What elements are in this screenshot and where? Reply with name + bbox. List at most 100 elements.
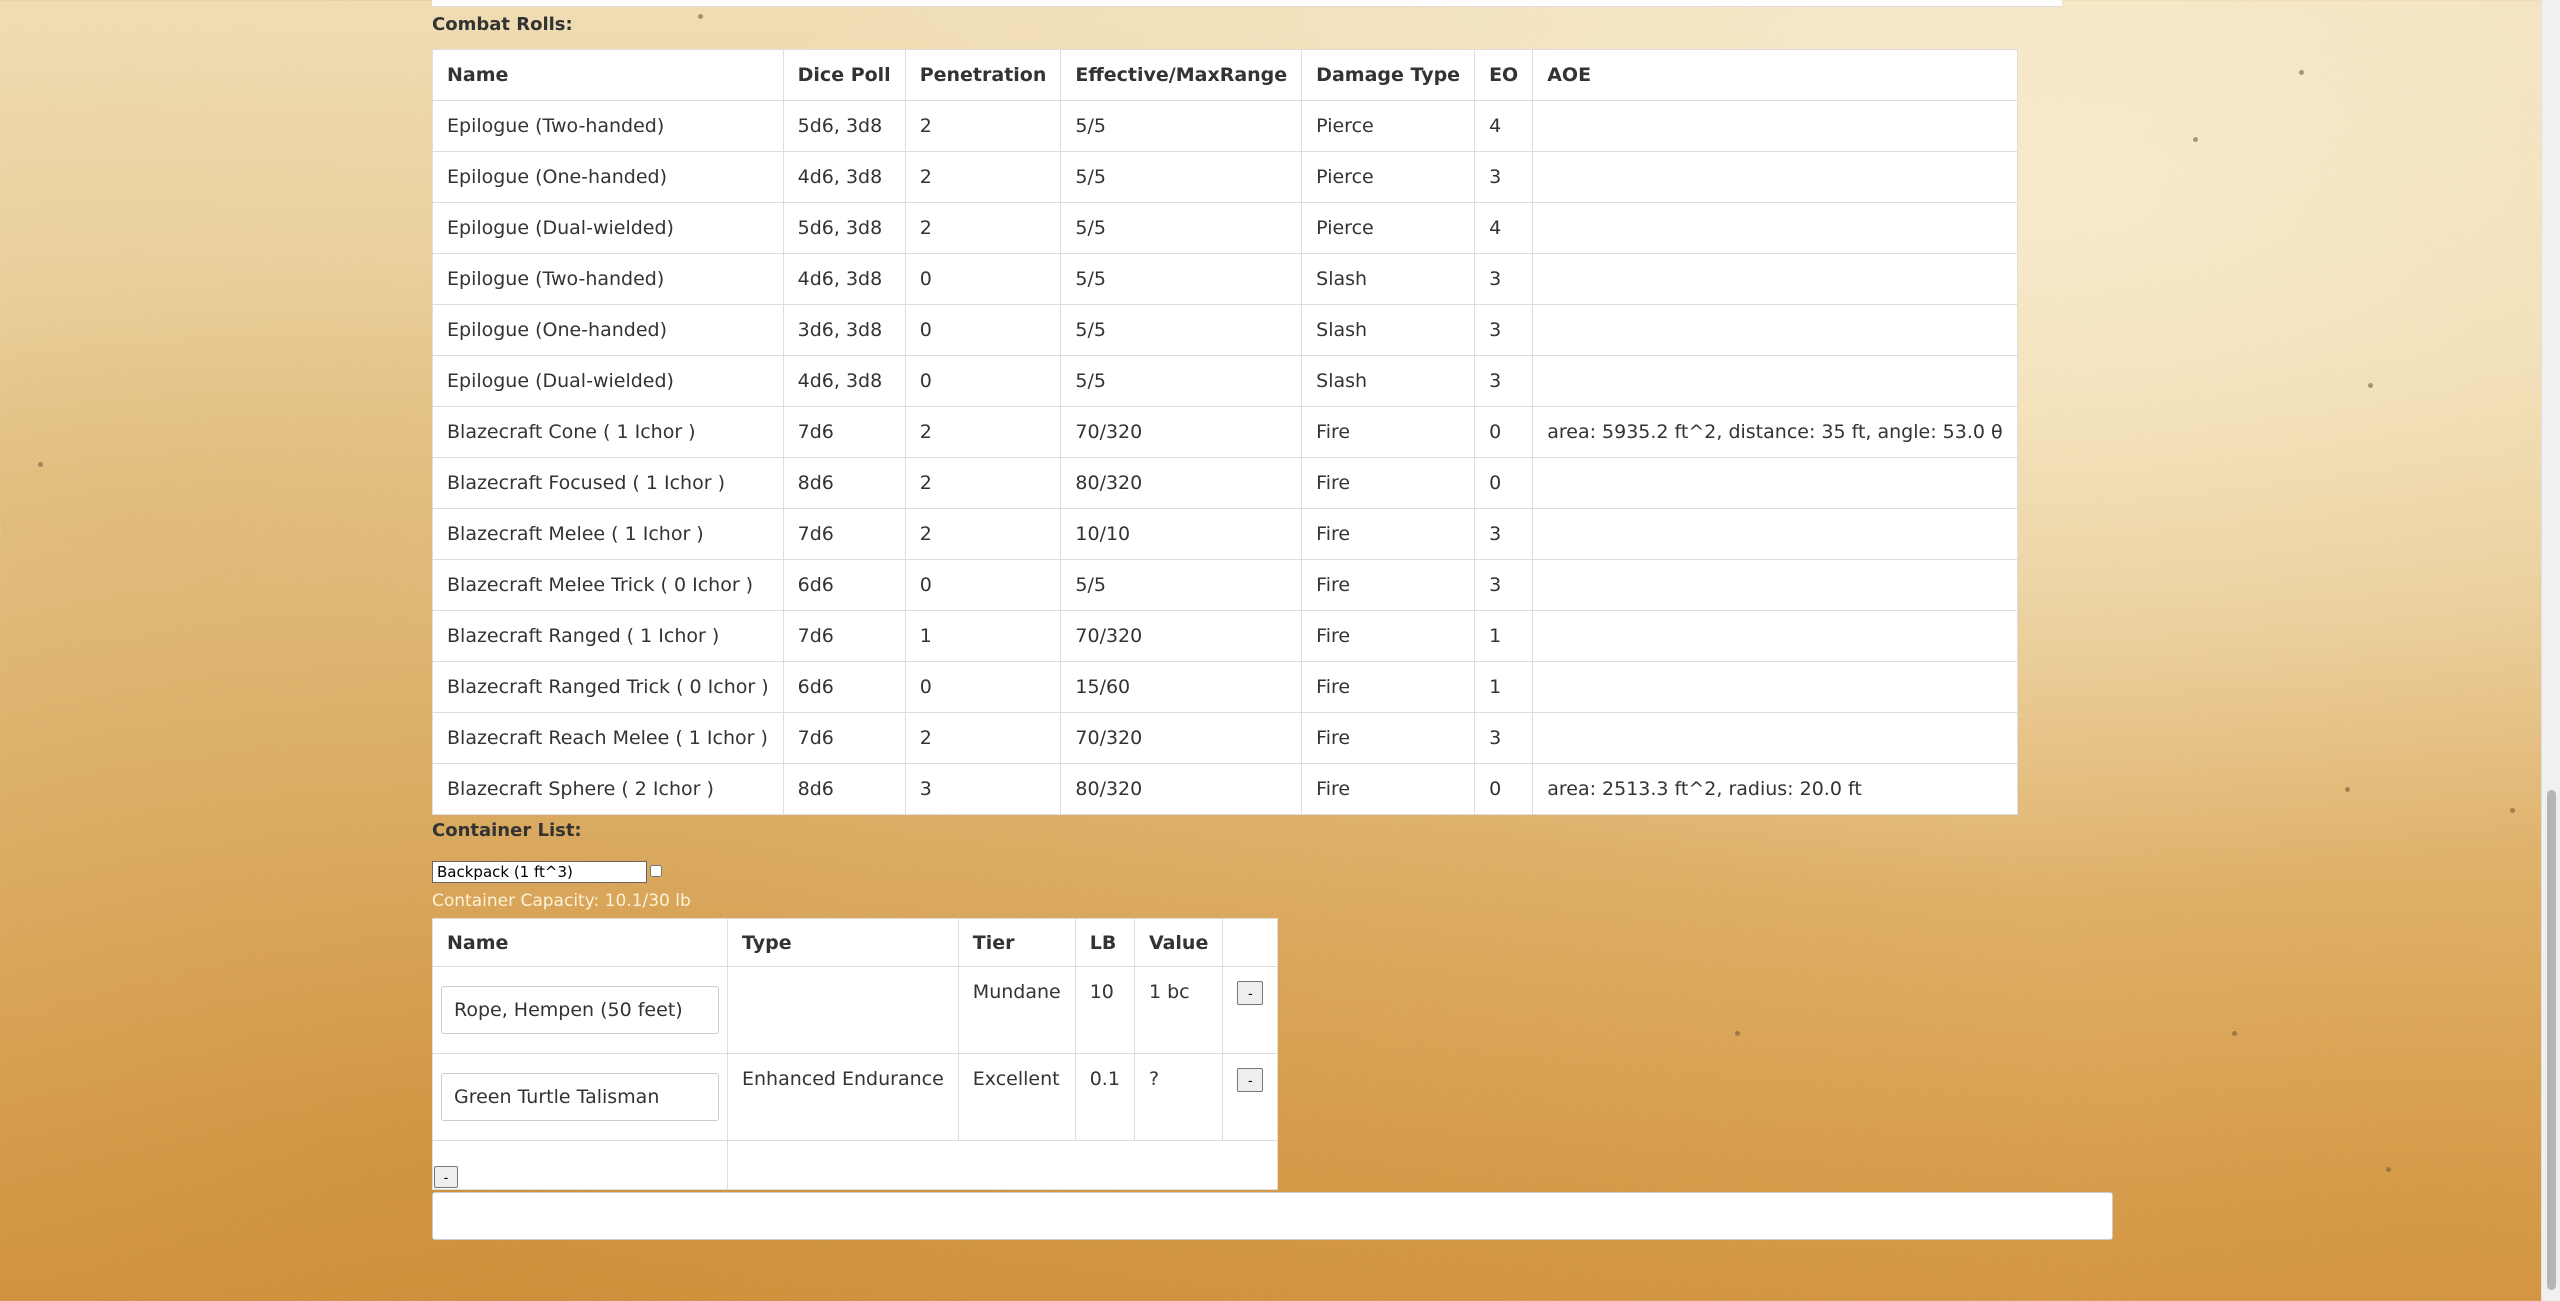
cell-dice-poll: 7d6 [782, 508, 906, 560]
cell-eo: 3 [1474, 253, 1534, 305]
col-item-actions [1222, 918, 1279, 967]
combat-row: Blazecraft Ranged ( 1 Ichor ) 7d6 1 70/320 F… [432, 610, 2018, 662]
remove-item-button[interactable]: - [1237, 981, 1264, 1005]
combat-row: Epilogue (Two-handed) 5d6, 3d8 2 5/5 Pierce 4 [432, 100, 2018, 152]
cell-dice-poll: 4d6, 3d8 [782, 355, 906, 407]
cell-name: Epilogue (One-handed) [432, 304, 784, 356]
cell-penetration: 2 [904, 712, 1062, 764]
cell-dice-poll: 7d6 [782, 610, 906, 662]
cell-range: 80/320 [1060, 763, 1303, 815]
col-name: Name [432, 49, 784, 101]
vertical-scrollbar[interactable] [2541, 0, 2560, 1301]
container-checkbox[interactable] [650, 865, 662, 877]
combat-row: Epilogue (Dual-wielded) 5d6, 3d8 2 5/5 Pierc… [432, 202, 2018, 254]
cell-item-type: Enhanced Endurance [727, 1053, 959, 1141]
col-aoe: AOE [1532, 49, 2018, 101]
cell-dice-poll: 6d6 [782, 661, 906, 713]
cell-damage-type: Fire [1301, 661, 1476, 713]
cell-item-value: ? [1133, 1053, 1224, 1141]
item-name-input[interactable] [441, 986, 719, 1034]
cell-range: 5/5 [1060, 202, 1303, 254]
cell-name: Blazecraft Focused ( 1 Ichor ) [432, 457, 784, 509]
cell-item-name [432, 1053, 728, 1141]
cell-penetration: 0 [904, 253, 1062, 305]
remove-item-button[interactable]: - [1237, 1068, 1264, 1092]
cell-dice-poll: 7d6 [782, 406, 906, 458]
container-name-input[interactable] [432, 861, 647, 883]
cell-penetration: 1 [904, 610, 1062, 662]
cell-damage-type: Pierce [1301, 151, 1476, 203]
paper-speck [2345, 787, 2350, 792]
cell-range: 5/5 [1060, 151, 1303, 203]
cell-damage-type: Pierce [1301, 202, 1476, 254]
cell-dice-poll: 5d6, 3d8 [782, 100, 906, 152]
cell-penetration: 2 [904, 151, 1062, 203]
cell-range: 5/5 [1060, 253, 1303, 305]
cell-item-actions: - [1222, 1053, 1279, 1141]
item-name-input[interactable] [441, 1073, 719, 1121]
cell-damage-type: Fire [1301, 406, 1476, 458]
cell-item-type [727, 966, 959, 1054]
paper-speck [2510, 808, 2515, 813]
cell-penetration: 2 [904, 508, 1062, 560]
scrollbar-thumb[interactable] [2547, 790, 2556, 1290]
cell-damage-type: Fire [1301, 559, 1476, 611]
cell-name: Blazecraft Sphere ( 2 Ichor ) [432, 763, 784, 815]
cell-eo: 3 [1474, 559, 1534, 611]
combat-row: Blazecraft Cone ( 1 Ichor ) 7d6 2 70/320 Fir… [432, 406, 2018, 458]
cell-damage-type: Pierce [1301, 100, 1476, 152]
cell-name: Epilogue (Two-handed) [432, 100, 784, 152]
container-header-row: Name Type Tier LB Value [432, 918, 1279, 967]
cell-range: 70/320 [1060, 712, 1303, 764]
cell-eo: 0 [1474, 406, 1534, 458]
cell-eo: 0 [1474, 763, 1534, 815]
cell-aoe [1532, 253, 2018, 305]
cell-damage-type: Fire [1301, 712, 1476, 764]
cell-name: Epilogue (Two-handed) [432, 253, 784, 305]
cell-penetration: 3 [904, 763, 1062, 815]
remove-container-button[interactable]: - [434, 1166, 458, 1188]
cell-aoe [1532, 508, 2018, 560]
cell-range: 10/10 [1060, 508, 1303, 560]
top-panel-edge [432, 0, 2062, 7]
add-container-field[interactable] [432, 1192, 2113, 1240]
cell-name: Blazecraft Ranged ( 1 Ichor ) [432, 610, 784, 662]
cell-eo: 1 [1474, 610, 1534, 662]
cell-range: 5/5 [1060, 559, 1303, 611]
add-item-name-cell[interactable] [432, 1140, 728, 1190]
cell-dice-poll: 5d6, 3d8 [782, 202, 906, 254]
cell-range: 70/320 [1060, 406, 1303, 458]
cell-penetration: 0 [904, 304, 1062, 356]
cell-dice-poll: 3d6, 3d8 [782, 304, 906, 356]
cell-damage-type: Fire [1301, 763, 1476, 815]
col-dice-poll: Dice Poll [782, 49, 906, 101]
col-item-name: Name [432, 918, 728, 967]
paper-speck [2386, 1167, 2391, 1172]
paper-speck [2299, 70, 2304, 75]
col-eo: EO [1474, 49, 1534, 101]
paper-speck [698, 14, 703, 19]
cell-name: Blazecraft Reach Melee ( 1 Ichor ) [432, 712, 784, 764]
cell-dice-poll: 7d6 [782, 712, 906, 764]
cell-range: 5/5 [1060, 100, 1303, 152]
cell-dice-poll: 8d6 [782, 763, 906, 815]
col-damage-type: Damage Type [1301, 49, 1476, 101]
combat-header-row: Name Dice Poll Penetration Effective/Max… [432, 49, 2018, 101]
cell-aoe [1532, 151, 2018, 203]
cell-eo: 3 [1474, 712, 1534, 764]
container-list-label: Container List: [432, 820, 582, 841]
cell-item-tier: Mundane [957, 966, 1076, 1054]
combat-row: Blazecraft Melee Trick ( 0 Ichor ) 6d6 0 5/… [432, 559, 2018, 611]
container-item-row: Enhanced EnduranceExcellent0.1?- [432, 1053, 1279, 1141]
col-penetration: Penetration [904, 49, 1062, 101]
container-item-row: Mundane101 bc- [432, 966, 1279, 1054]
paper-speck [2232, 1031, 2237, 1036]
add-item-rest-cell [726, 1140, 1279, 1190]
col-item-tier: Tier [957, 918, 1076, 967]
cell-aoe [1532, 661, 2018, 713]
col-range: Effective/MaxRange [1060, 49, 1303, 101]
cell-item-name [432, 966, 728, 1054]
combat-row: Blazecraft Reach Melee ( 1 Ichor ) 7d6 2 70… [432, 712, 2018, 764]
cell-damage-type: Fire [1301, 457, 1476, 509]
paper-speck [2368, 383, 2373, 388]
